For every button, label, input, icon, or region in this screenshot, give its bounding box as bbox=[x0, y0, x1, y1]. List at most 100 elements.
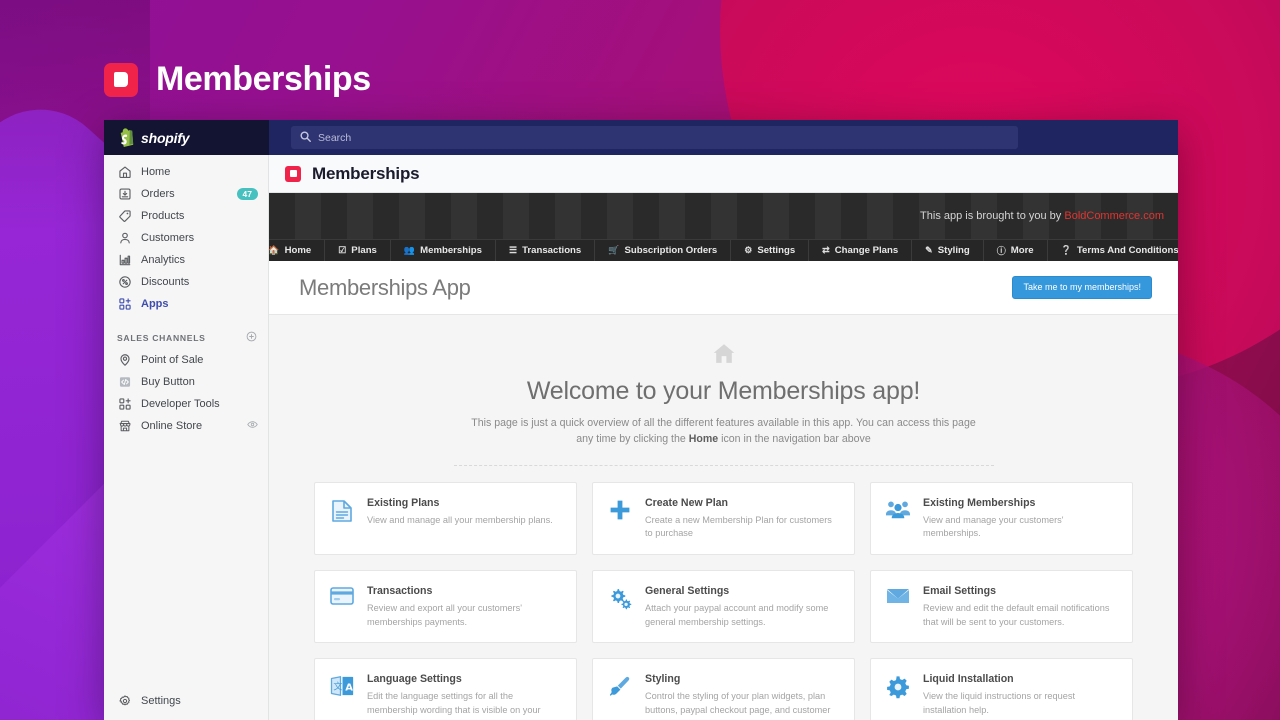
app-nav-item-terms-and-conditions[interactable]: ❔ Terms And Conditions bbox=[1048, 240, 1178, 261]
sidebar-item-apps[interactable]: Apps bbox=[104, 293, 268, 315]
brand-band: This app is brought to you by BoldCommer… bbox=[269, 193, 1178, 239]
app-nav-label: Home bbox=[284, 245, 312, 256]
hero-title-lockup: Memberships bbox=[104, 60, 371, 99]
gear-icon bbox=[117, 694, 132, 709]
card-title: Transactions bbox=[367, 585, 433, 598]
home-icon bbox=[117, 165, 132, 180]
sidebar-item-label: Developer Tools bbox=[141, 398, 220, 410]
app-nav-label: Settings bbox=[757, 245, 796, 256]
question-glyph-icon: ❔ bbox=[1060, 245, 1072, 255]
app-nav-item-transactions[interactable]: ☰ Transactions bbox=[496, 240, 596, 261]
page-title: Memberships bbox=[312, 163, 420, 183]
document-icon bbox=[329, 497, 355, 541]
card-desc: View and manage all your membership plan… bbox=[367, 514, 553, 525]
card-desc: Create a new Membership Plan for custome… bbox=[645, 514, 832, 539]
card-desc: View and manage your customers' membersh… bbox=[923, 514, 1064, 539]
card-text: General Settings Attach your paypal acco… bbox=[645, 585, 840, 629]
welcome-heading: Welcome to your Memberships app! bbox=[526, 377, 921, 405]
sidebar: Home Orders 47 Products Customers Analyt… bbox=[104, 155, 269, 720]
card-existing-plans[interactable]: Existing Plans View and manage all your … bbox=[314, 481, 577, 556]
code-brackets-icon bbox=[117, 375, 132, 390]
app-nav-label: Plans bbox=[351, 245, 377, 256]
card-text: Transactions Review and export all your … bbox=[367, 585, 562, 629]
sidebar-item-orders[interactable]: Orders 47 bbox=[104, 183, 268, 205]
app-nav-item-more[interactable]: ⓘ More bbox=[984, 240, 1048, 261]
card-text: Liquid Installation View the liquid inst… bbox=[923, 673, 1118, 720]
apps-grid-plus-icon bbox=[117, 397, 132, 412]
app-nav-item-memberships[interactable]: 👥 Memberships bbox=[391, 240, 496, 261]
welcome-body: This page is just a quick overview of al… bbox=[469, 415, 979, 448]
sidebar-item-discounts[interactable]: Discounts bbox=[104, 271, 268, 293]
card-text: Existing Plans View and manage all your … bbox=[367, 497, 553, 541]
plus-circle-icon[interactable] bbox=[246, 329, 257, 347]
content-area: Welcome to your Memberships app! This pa… bbox=[269, 315, 1178, 720]
gears-icon bbox=[607, 585, 633, 629]
sidebar-item-home[interactable]: Home bbox=[104, 161, 268, 183]
eye-icon[interactable] bbox=[247, 419, 258, 433]
app-nav-label: Transactions bbox=[522, 245, 582, 256]
app-nav-item-change-plans[interactable]: ⇄ Change Plans bbox=[809, 240, 913, 261]
note-glyph-icon: ☑ bbox=[338, 245, 347, 255]
home-glyph-icon: 🏠 bbox=[268, 245, 280, 255]
app-nav-label: Styling bbox=[937, 245, 970, 256]
card-email-settings[interactable]: Email Settings Review and edit the defau… bbox=[870, 570, 1133, 644]
sidebar-item-buy-button[interactable]: Buy Button bbox=[104, 371, 268, 393]
sidebar-item-settings[interactable]: Settings bbox=[104, 690, 268, 712]
card-title: Language Settings bbox=[367, 673, 462, 686]
sidebar-item-label: Online Store bbox=[141, 420, 203, 432]
sidebar-item-label: Analytics bbox=[141, 254, 186, 266]
sidebar-footer: Settings bbox=[104, 690, 268, 712]
sidebar-item-label: Apps bbox=[141, 298, 169, 310]
bold-square-logo-icon bbox=[104, 62, 138, 97]
people-icon bbox=[885, 497, 911, 541]
page-header: Memberships App Take me to my membership… bbox=[269, 261, 1178, 315]
sidebar-item-online-store[interactable]: Online Store bbox=[104, 415, 268, 437]
card-language-settings[interactable]: A文 Language Settings Edit the language s… bbox=[314, 658, 577, 720]
card-liquid-installation[interactable]: Liquid Installation View the liquid inst… bbox=[870, 658, 1133, 720]
sidebar-item-developer-tools[interactable]: Developer Tools bbox=[104, 393, 268, 415]
card-general-settings[interactable]: General Settings Attach your paypal acco… bbox=[592, 570, 855, 644]
card-existing-memberships[interactable]: Existing Memberships View and manage you… bbox=[870, 481, 1133, 556]
card-desc: Review and export all your customers' me… bbox=[367, 602, 522, 627]
sidebar-item-products[interactable]: Products bbox=[104, 205, 268, 227]
plus-icon bbox=[607, 497, 633, 541]
main-panel: Memberships This app is brought to you b… bbox=[254, 155, 1178, 720]
app-nav-item-subscription-orders[interactable]: 🛒 Subscription Orders bbox=[595, 240, 732, 261]
sidebar-item-point-of-sale[interactable]: Point of Sale bbox=[104, 349, 268, 371]
search-icon bbox=[300, 129, 311, 147]
search-input[interactable]: Search bbox=[291, 126, 1018, 149]
card-title: Existing Memberships bbox=[923, 496, 1036, 509]
gear-icon bbox=[885, 673, 911, 720]
card-desc: View the liquid instructions or request … bbox=[923, 691, 1076, 715]
shopify-bag-icon bbox=[118, 128, 135, 147]
card-transactions[interactable]: Transactions Review and export all your … bbox=[314, 570, 577, 644]
app-titlebar: Memberships bbox=[269, 155, 1178, 193]
card-text: Styling Control the styling of your plan… bbox=[645, 673, 840, 720]
sidebar-item-analytics[interactable]: Analytics bbox=[104, 249, 268, 271]
app-nav-item-settings[interactable]: ⚙ Settings bbox=[731, 240, 810, 261]
app-nav-item-plans[interactable]: ☑ Plans bbox=[325, 240, 391, 261]
sidebar-item-label: Buy Button bbox=[141, 376, 195, 388]
sidebar-item-label: Point of Sale bbox=[141, 354, 204, 366]
divider bbox=[453, 464, 994, 466]
app-window: shopify Search Home Orders 47 Products C… bbox=[104, 120, 1178, 720]
app-nav: 🏠 Home ☑ Plans 👥 Memberships ☰ Transactions … bbox=[254, 239, 1178, 261]
sidebar-item-label: Home bbox=[141, 166, 171, 178]
topbar-search-wrap: Search bbox=[269, 126, 1178, 149]
page-heading: Memberships App bbox=[299, 274, 471, 300]
paintbrush-icon bbox=[607, 673, 633, 720]
orders-icon bbox=[117, 187, 132, 202]
sidebar-item-label: Discounts bbox=[141, 276, 190, 288]
credit-card-icon bbox=[329, 585, 355, 629]
sidebar-item-customers[interactable]: Customers bbox=[104, 227, 268, 249]
boldcommerce-link[interactable]: BoldCommerce.com bbox=[1064, 210, 1164, 222]
take-me-to-memberships-button[interactable]: Take me to my memberships! bbox=[1012, 276, 1152, 299]
brand-band-text: This app is brought to you by BoldCommer… bbox=[920, 210, 1164, 222]
apps-grid-plus-icon bbox=[117, 297, 132, 312]
card-styling[interactable]: Styling Control the styling of your plan… bbox=[592, 658, 855, 720]
card-create-new-plan[interactable]: Create New Plan Create a new Membership … bbox=[592, 481, 855, 556]
hero-title: Memberships bbox=[156, 60, 371, 98]
orders-badge: 47 bbox=[236, 187, 258, 201]
shopify-brand[interactable]: shopify bbox=[104, 120, 269, 155]
app-nav-item-styling[interactable]: ✎ Styling bbox=[912, 240, 984, 261]
